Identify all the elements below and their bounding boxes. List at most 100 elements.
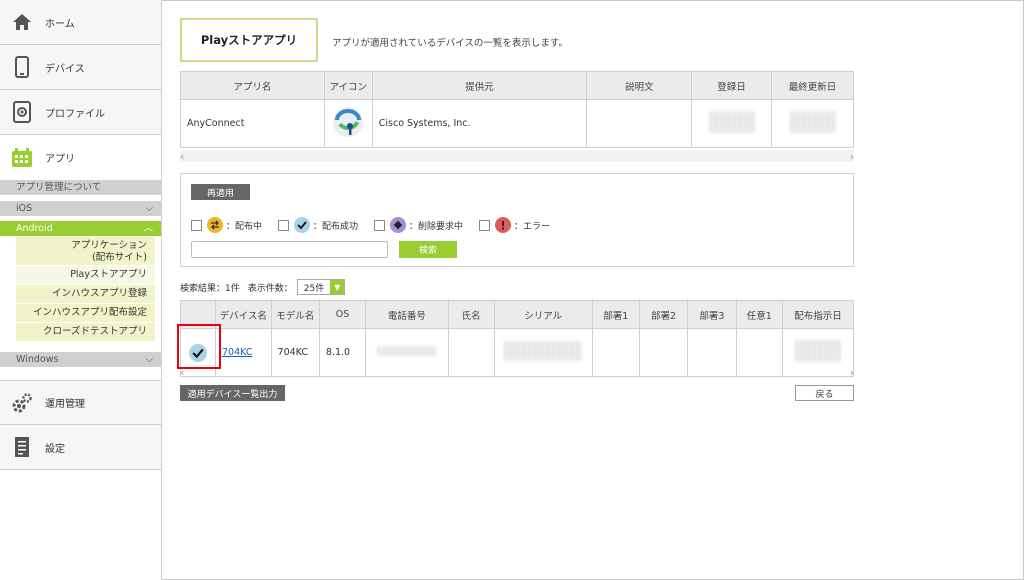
status-error-checkbox[interactable] — [479, 219, 491, 231]
col-app-name: アプリ名 — [180, 71, 325, 100]
page-title: Playストアアプリ — [180, 18, 318, 62]
app-table-hscrollbar[interactable]: ‹ › — [180, 150, 854, 163]
col-provider: 提供元 — [371, 71, 588, 100]
android-label: Android — [16, 223, 53, 234]
provider-cell: Cisco Systems, Inc. — [371, 99, 588, 148]
col-name: 氏名 — [447, 300, 495, 329]
per-page-select[interactable]: 25件 ▼ — [296, 279, 346, 295]
status-error[interactable]: ：エラー — [479, 217, 550, 233]
highlight-box — [177, 324, 221, 369]
search-button[interactable]: 検索 — [399, 241, 457, 258]
dropdown-arrow-icon: ▼ — [330, 280, 345, 294]
nav-home-label: ホーム — [45, 18, 75, 30]
col-description: 説明文 — [586, 71, 693, 100]
nav-operations-label: 運用管理 — [45, 399, 85, 410]
status-success[interactable]: ：配布成功 — [278, 217, 358, 233]
status-success-checkbox[interactable] — [278, 219, 290, 231]
status-distributing-label: ：配布中 — [226, 221, 263, 232]
col-dept2: 部署2 — [638, 300, 689, 329]
page-description: アプリが適用されているデバイスの一覧を表示します。 — [332, 38, 568, 49]
about-label: アプリ管理について — [16, 182, 102, 193]
gears-icon — [11, 392, 33, 414]
about-app-management[interactable]: アプリ管理について — [0, 180, 161, 195]
windows-section[interactable]: Windows ⌵ — [0, 352, 161, 367]
android-link-inhouse-distribution[interactable]: インハウスアプリ配布設定 — [16, 304, 155, 322]
android-link-closed-test[interactable]: クローズドテストアプリ — [16, 323, 155, 341]
scroll-right-icon[interactable]: › — [850, 150, 854, 163]
status-distributing-checkbox[interactable] — [191, 219, 202, 231]
device-name-link[interactable]: 704KC — [222, 347, 252, 358]
reapply-button[interactable]: 再適用 — [191, 184, 250, 200]
ios-section[interactable]: iOS ⌵ — [0, 201, 161, 216]
status-delete-request-label: ：削除要求中 — [409, 221, 464, 232]
result-count: 検索結果：1件 — [180, 283, 240, 294]
scroll-left-icon[interactable]: ‹ — [180, 150, 184, 163]
nav-app-label: アプリ — [45, 154, 75, 165]
filter-panel: 再適用 ：配布中 ：配布成功 ：削除要求中 ：エラー 検索 — [180, 173, 854, 267]
anyconnect-icon — [333, 107, 364, 137]
chevron-down-icon: ⌵ — [145, 203, 153, 214]
status-legend: ：配布中 ：配布成功 ：削除要求中 ：エラー — [191, 217, 560, 233]
registered-cell — [691, 99, 773, 148]
app-name-cell: AnyConnect — [180, 99, 325, 148]
android-link-application[interactable]: アプリケーション (配布サイト) — [16, 237, 155, 265]
document-list-icon — [11, 436, 33, 458]
nav-device[interactable]: デバイス — [0, 45, 161, 90]
nav-device-label: デバイス — [45, 63, 85, 75]
profile-gear-icon — [11, 101, 33, 123]
col-device-name: デバイス名 — [214, 300, 272, 329]
col-serial: シリアル — [493, 300, 593, 329]
col-icon: アイコン — [323, 71, 373, 100]
back-button[interactable]: 戻る — [795, 385, 854, 401]
eraser-icon — [390, 217, 407, 233]
description-cell — [586, 99, 693, 148]
status-delete-request-checkbox[interactable] — [374, 219, 386, 231]
col-dept3: 部署3 — [687, 300, 737, 329]
status-distributing[interactable]: ：配布中 — [191, 217, 262, 233]
status-error-label: ：エラー — [514, 221, 551, 232]
col-model: モデル名 — [270, 300, 320, 329]
status-delete-request[interactable]: ：削除要求中 — [374, 217, 463, 233]
windows-label: Windows — [16, 354, 59, 365]
device-table-hscrollbar[interactable]: ‹ › — [180, 366, 854, 379]
table-row: AnyConnect Cisco Systems, Inc. — [180, 99, 854, 148]
results-bar: 検索結果：1件 表示件数： 25件 ▼ — [180, 279, 346, 295]
nav-settings[interactable]: 設定 — [0, 425, 161, 470]
col-registered: 登録日 — [691, 71, 773, 100]
checkmark-icon — [294, 217, 311, 233]
col-updated: 最終更新日 — [771, 71, 854, 100]
exclamation-icon — [495, 217, 512, 233]
status-success-label: ：配布成功 — [313, 221, 359, 232]
nav-profile[interactable]: プロファイル — [0, 90, 161, 135]
updated-cell — [771, 99, 854, 148]
col-phone: 電話番号 — [365, 300, 449, 329]
col-os: OS — [318, 300, 367, 329]
export-devices-button[interactable]: 適用デバイス一覧出力 — [180, 385, 285, 401]
col-distribution-date: 配布指示日 — [781, 300, 855, 329]
main-content: Playストアアプリ アプリが適用されているデバイスの一覧を表示します。 アプリ… — [162, 0, 1024, 580]
nav-app[interactable]: アプリ — [0, 135, 161, 180]
search-input[interactable] — [191, 241, 388, 258]
android-section[interactable]: Android ︿ — [0, 221, 161, 236]
ios-label: iOS — [16, 203, 33, 214]
nav-profile-label: プロファイル — [45, 108, 105, 120]
android-link-inhouse-register[interactable]: インハウスアプリ登録 — [16, 285, 155, 303]
app-grid-icon — [11, 147, 33, 169]
col-dept1: 部署1 — [591, 300, 640, 329]
nav-settings-label: 設定 — [45, 443, 65, 455]
chevron-up-icon: ︿ — [143, 223, 153, 234]
per-page-value: 25件 — [303, 283, 325, 294]
nav-home[interactable]: ホーム — [0, 0, 161, 45]
nav-operations[interactable]: 運用管理 — [0, 380, 161, 425]
android-link-playstore[interactable]: Playストアアプリ — [16, 266, 155, 284]
smartphone-icon — [11, 56, 33, 78]
app-table: アプリ名 アイコン 提供元 説明文 登録日 最終更新日 AnyConnect C… — [180, 71, 854, 148]
chevron-down-icon: ⌵ — [145, 354, 153, 365]
app-icon-cell — [323, 99, 373, 148]
sidebar: ホーム デバイス プロファイル アプリ アプリ管理について iOS ⌵ Andr… — [0, 0, 162, 580]
col-optional1: 任意1 — [735, 300, 783, 329]
home-icon — [11, 11, 33, 33]
scroll-right-icon[interactable]: › — [850, 366, 854, 379]
per-page-label: 表示件数： — [247, 283, 293, 294]
swap-arrows-icon — [207, 217, 223, 233]
